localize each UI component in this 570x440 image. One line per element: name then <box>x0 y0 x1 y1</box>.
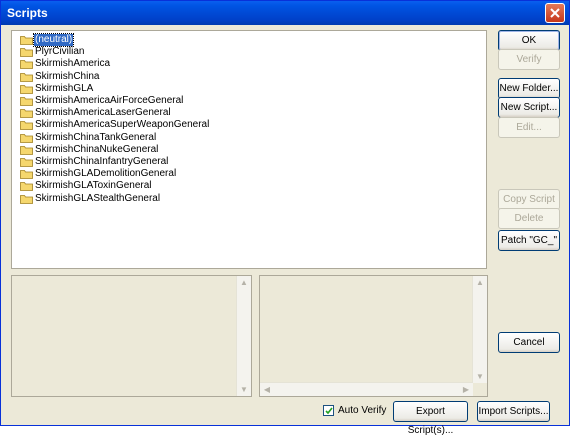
tree-item-label: SkirmishGLAStealthGeneral <box>35 192 161 204</box>
ok-button[interactable]: OK <box>498 30 560 51</box>
tree-item[interactable]: SkirmishAmericaAirForceGeneral <box>20 95 184 107</box>
tree-item[interactable]: PlyrCivilian <box>20 46 85 58</box>
cancel-button[interactable]: Cancel <box>498 332 560 353</box>
script-comment-pane[interactable]: ▲ ▼ <box>11 275 252 397</box>
folder-icon <box>20 72 33 82</box>
folder-icon <box>20 36 33 45</box>
folder-icon <box>20 48 33 58</box>
copy-script-button[interactable]: Copy Script <box>498 189 560 210</box>
scroll-left-icon[interactable]: ◀ <box>260 383 274 396</box>
tree-item-label: (neutral) <box>32 33 75 47</box>
close-icon <box>550 8 560 18</box>
tree-item[interactable]: SkirmishChinaNukeGeneral <box>20 144 159 156</box>
folder-icon <box>20 133 33 143</box>
edit-button[interactable]: Edit... <box>498 117 560 138</box>
tree-item-label: SkirmishGLADemolitionGeneral <box>35 168 177 180</box>
tree-item-label: SkirmishGLA <box>35 82 94 94</box>
tree-item-label: SkirmishAmerica <box>35 58 111 70</box>
tree-item-label: PlyrCivilian <box>35 46 85 58</box>
new-script-button[interactable]: New Script... <box>498 97 560 118</box>
import-scripts-button[interactable]: Import Scripts... <box>477 401 550 422</box>
tree-item[interactable]: SkirmishGLA <box>20 83 94 95</box>
folder-icon <box>20 170 33 180</box>
scroll-right-icon[interactable]: ▶ <box>459 383 473 396</box>
tree-item-label: SkirmishAmericaSuperWeaponGeneral <box>35 119 210 131</box>
export-scripts-button[interactable]: Export Script(s)... <box>393 401 468 436</box>
tree-item-label: SkirmishChina <box>35 70 100 82</box>
tree-item[interactable]: SkirmishGLAStealthGeneral <box>20 193 161 205</box>
tree-item-label: SkirmishChinaNukeGeneral <box>35 143 159 155</box>
tree-item-label: SkirmishChinaInfantryGeneral <box>35 156 169 167</box>
folder-icon <box>20 97 33 106</box>
scroll-down-icon[interactable]: ▼ <box>237 383 251 396</box>
scripts-dialog: Scripts (neutral) PlyrCivilian SkirmishAme… <box>0 0 570 436</box>
folder-icon <box>20 109 33 119</box>
folder-icon <box>20 121 33 131</box>
folder-icon <box>20 194 33 204</box>
vertical-scrollbar[interactable]: ▲ ▼ <box>472 276 487 383</box>
tree-item[interactable]: SkirmishAmerica <box>20 58 111 70</box>
tree-item[interactable]: SkirmishChina <box>20 71 100 83</box>
tree-item[interactable]: SkirmishChinaInfantryGeneral <box>20 156 169 168</box>
scroll-down-icon[interactable]: ▼ <box>473 370 487 383</box>
tree-item[interactable]: SkirmishGLAToxinGeneral <box>20 180 153 192</box>
auto-verify-checkbox[interactable] <box>323 405 334 416</box>
tree-item[interactable]: SkirmishAmericaLaserGeneral <box>20 107 172 119</box>
horizontal-scrollbar[interactable]: ◀ ▶ <box>260 382 473 396</box>
patch-gc-button[interactable]: Patch "GC_" <box>498 230 560 251</box>
auto-verify-label: Auto Verify <box>338 405 387 416</box>
window-title: Scripts <box>7 6 48 20</box>
delete-button[interactable]: Delete <box>498 208 560 229</box>
folder-icon <box>20 60 33 70</box>
folder-icon <box>20 158 33 167</box>
scroll-up-icon[interactable]: ▲ <box>473 276 487 289</box>
tree-item-label: SkirmishChinaTankGeneral <box>35 131 157 143</box>
verify-button[interactable]: Verify <box>498 49 560 70</box>
script-detail-pane[interactable]: ▲ ▼ ◀ ▶ <box>259 275 488 397</box>
tree-item[interactable]: SkirmishAmericaSuperWeaponGeneral <box>20 119 210 131</box>
tree-item[interactable]: SkirmishGLADemolitionGeneral <box>20 168 177 180</box>
scroll-up-icon[interactable]: ▲ <box>237 276 251 289</box>
vertical-scrollbar[interactable]: ▲ ▼ <box>236 276 251 396</box>
tree-item-label: SkirmishAmericaAirForceGeneral <box>35 95 184 106</box>
new-folder-button[interactable]: New Folder... <box>498 78 560 99</box>
tree-item-label: SkirmishGLAToxinGeneral <box>35 180 152 192</box>
tree-item[interactable]: (neutral) <box>20 33 75 47</box>
folder-icon <box>20 182 33 192</box>
tree-item-label: SkirmishAmericaLaserGeneral <box>35 107 171 119</box>
close-button[interactable] <box>545 3 565 23</box>
checkmark-icon <box>325 407 333 415</box>
folder-icon <box>20 84 33 94</box>
tree-item[interactable]: SkirmishChinaTankGeneral <box>20 132 157 144</box>
folder-icon <box>20 145 33 155</box>
script-tree[interactable]: (neutral) PlyrCivilian SkirmishAmerica Skir… <box>11 30 487 269</box>
title-bar[interactable]: Scripts <box>1 1 569 25</box>
